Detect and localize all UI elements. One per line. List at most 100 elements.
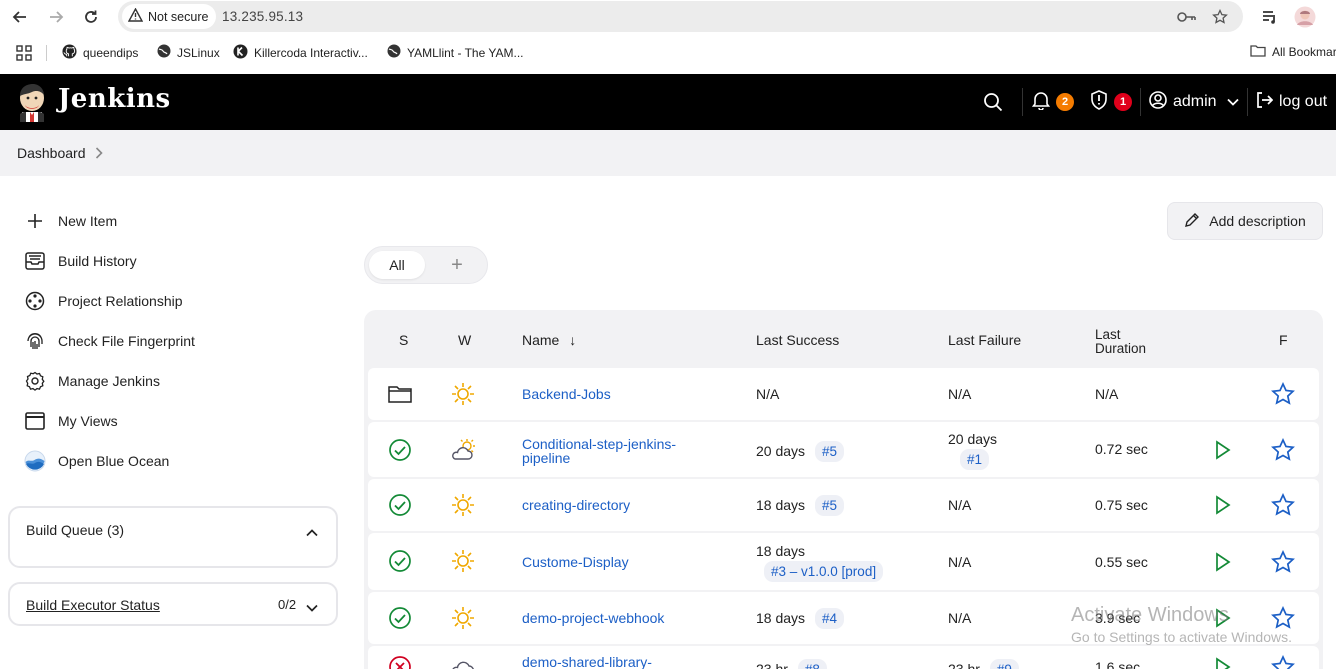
favorite-star-icon[interactable] [1270, 437, 1296, 463]
bookmark-item[interactable]: Killercoda Interactiv... [233, 44, 368, 62]
last-failure: N/A [948, 610, 972, 626]
sidebar-item-label: My Views [58, 413, 118, 429]
column-header-status[interactable]: S [399, 332, 408, 348]
job-link-line2[interactable]: pipeline [522, 450, 570, 466]
killercoda-icon [233, 44, 248, 62]
address-row: Not secure 13.235.95.13 [0, 0, 1336, 34]
sidebar-item-build-history[interactable]: Build History [24, 249, 137, 273]
user-label: admin [1173, 93, 1217, 110]
run-build-play-icon[interactable] [1209, 549, 1235, 575]
build-executor-link[interactable]: Build Executor Status [26, 597, 160, 613]
column-header-last-failure[interactable]: Last Failure [948, 332, 1021, 348]
success-status-icon [387, 548, 413, 574]
success-status-icon [387, 492, 413, 518]
build-queue-title[interactable]: Build Queue (3) [26, 522, 124, 538]
reading-list-icon[interactable] [1259, 6, 1281, 28]
bookmark-item[interactable]: queendips [62, 44, 138, 62]
run-build-play-icon[interactable] [1209, 654, 1235, 669]
back-icon[interactable] [9, 6, 31, 28]
sidebar-item-open-blue-ocean[interactable]: Open Blue Ocean [24, 449, 169, 473]
favorite-star-icon[interactable] [1270, 654, 1296, 669]
build-number-link[interactable]: #5 [814, 495, 844, 516]
jenkins-title[interactable]: Jenkins [58, 84, 171, 114]
fingerprint-icon [24, 330, 46, 352]
url-text: 13.235.95.13 [222, 9, 304, 24]
chevron-down-icon[interactable] [306, 599, 318, 617]
favorite-star-icon[interactable] [1270, 492, 1296, 518]
profile-avatar[interactable] [1294, 6, 1316, 28]
sidebar-item-manage-jenkins[interactable]: Manage Jenkins [24, 369, 160, 393]
reload-icon[interactable] [80, 6, 102, 28]
job-link[interactable]: Custome-Display [522, 554, 629, 570]
key-icon[interactable] [1177, 7, 1197, 27]
sidebar-item-label: Project Relationship [58, 293, 183, 309]
success-status-icon [387, 437, 413, 463]
bookmark-item[interactable]: YAMLlint - The YAM... [387, 44, 523, 61]
job-link[interactable]: Backend-Jobs [522, 386, 611, 402]
column-header-duration-line2: Duration [1095, 341, 1147, 356]
last-duration: 0.55 sec [1095, 554, 1148, 570]
bookmark-label: YAMLlint - The YAM... [407, 45, 524, 60]
add-description-button[interactable]: Add description [1167, 202, 1323, 240]
sidebar-item-check-file-fingerprint[interactable]: Check File Fingerprint [24, 329, 195, 353]
column-header-favorite[interactable]: F [1279, 332, 1288, 348]
build-number-link[interactable]: #3 – v1.0.0 [prod] [764, 561, 884, 582]
build-queue-panel: Build Queue (3) [8, 506, 338, 568]
last-success-time: 23 hr [756, 661, 788, 669]
chevron-up-icon[interactable] [306, 524, 318, 542]
notifications-button[interactable]: 2 [1031, 74, 1074, 130]
failure-build-pill: #1 [960, 449, 990, 470]
address-bar[interactable]: Not secure 13.235.95.13 [118, 1, 1243, 32]
sidebar-item-my-views[interactable]: My Views [24, 409, 118, 433]
table-row: Custome-Display 18 days #3 – v1.0.0 [pro… [368, 533, 1319, 590]
chevron-right-icon[interactable] [95, 146, 103, 164]
build-number-link[interactable]: #9 [989, 659, 1019, 669]
breadcrumb-dashboard[interactable]: Dashboard [17, 145, 86, 161]
run-build-play-icon[interactable] [1209, 437, 1235, 463]
table-row: demo-shared-library- 23 hr #8 23 hr #9 1… [368, 646, 1319, 669]
sidebar-item-label: Manage Jenkins [58, 373, 160, 389]
favorite-star-icon[interactable] [1270, 549, 1296, 575]
security-button[interactable]: 1 [1090, 74, 1132, 130]
header-divider [1247, 88, 1248, 116]
build-number-link[interactable]: #1 [960, 449, 990, 470]
search-icon[interactable] [983, 74, 1003, 130]
jenkins-logo[interactable] [16, 82, 48, 122]
browser-chrome: Not secure 13.235.95.13 queendips JSLinu… [0, 0, 1336, 74]
last-failure: N/A [948, 386, 972, 402]
bell-icon [1031, 90, 1051, 115]
column-header-last-success[interactable]: Last Success [756, 332, 839, 348]
sidebar-item-new-item[interactable]: New Item [24, 209, 117, 233]
column-header-name[interactable]: Name ↓ [522, 332, 576, 348]
sidebar-item-project-relationship[interactable]: Project Relationship [24, 289, 183, 313]
last-success: 18 days #5 [756, 495, 844, 516]
user-menu[interactable]: admin [1149, 74, 1239, 130]
site-info-chip[interactable]: Not secure [122, 4, 217, 29]
forward-icon[interactable] [45, 6, 67, 28]
column-header-weather[interactable]: W [458, 332, 471, 348]
tab-all[interactable]: All [369, 251, 425, 279]
job-link[interactable]: demo-project-webhook [522, 610, 664, 626]
github-icon [62, 44, 77, 62]
table-row: creating-directory 18 days #5 N/A 0.75 s… [368, 479, 1319, 531]
blue-ocean-icon [24, 450, 46, 472]
all-bookmarks[interactable]: All Bookmar [1250, 44, 1336, 60]
success-build-pill: #3 – v1.0.0 [prod] [764, 561, 884, 582]
job-link[interactable]: demo-shared-library- [522, 654, 652, 669]
run-build-play-icon[interactable] [1209, 492, 1235, 518]
job-link[interactable]: creating-directory [522, 497, 630, 513]
bookmark-star-icon[interactable] [1210, 7, 1230, 27]
apps-grid-icon[interactable] [16, 45, 32, 61]
add-view-button[interactable]: + [445, 253, 469, 277]
security-badge: 1 [1114, 93, 1132, 111]
folder-icon [1250, 44, 1266, 60]
build-number-link[interactable]: #5 [814, 441, 844, 462]
logout-button[interactable]: log out [1255, 74, 1327, 130]
favorite-star-icon[interactable] [1270, 381, 1296, 407]
last-failure-time: 20 days [948, 431, 998, 447]
build-number-link[interactable]: #4 [814, 608, 844, 629]
bookmark-item[interactable]: JSLinux [157, 44, 220, 61]
last-failure: N/A [948, 554, 972, 570]
build-number-link[interactable]: #8 [797, 659, 827, 669]
column-header-last-duration[interactable]: Last Duration [1095, 328, 1146, 356]
